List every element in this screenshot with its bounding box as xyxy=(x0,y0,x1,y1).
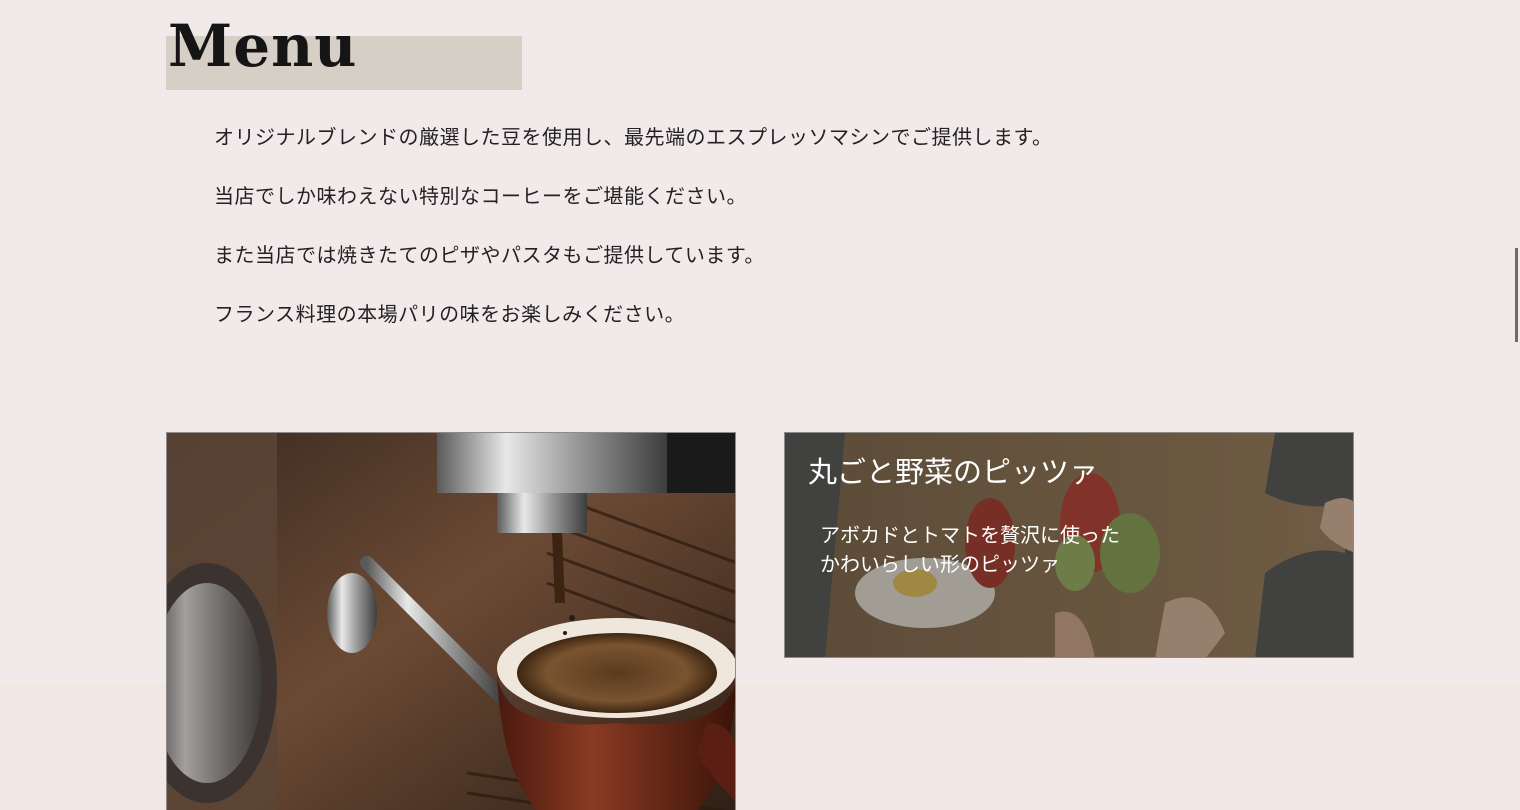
page: Menu オリジナルブレンドの厳選した豆を使用し、最先端のエスプレッソマシンでご… xyxy=(0,0,1520,810)
pizza-menu-card[interactable]: 丸ごと野菜のピッツァ アボカドとトマトを贅沢に使った かわいらしい形のピッツァ xyxy=(784,432,1354,658)
intro-text: オリジナルブレンドの厳選した豆を使用し、最先端のエスプレッソマシンでご提供します… xyxy=(214,126,1214,362)
scrollbar-thumb[interactable] xyxy=(1515,248,1518,342)
section-heading: Menu xyxy=(166,14,526,94)
pizza-title: 丸ごと野菜のピッツァ xyxy=(808,455,1099,489)
pizza-description-line-2: かわいらしい形のピッツァ xyxy=(820,552,1060,576)
pizza-description-line-1: アボカドとトマトを贅沢に使った xyxy=(820,523,1120,547)
intro-line-2: 当店でしか味わえない特別なコーヒーをご堪能ください。 xyxy=(214,184,747,208)
pizza-description: アボカドとトマトを贅沢に使った かわいらしい形のピッツァ xyxy=(820,521,1120,579)
intro-line-1: オリジナルブレンドの厳選した豆を使用し、最先端のエスプレッソマシンでご提供します… xyxy=(214,125,1053,149)
coffee-image-card[interactable] xyxy=(166,432,736,810)
intro-line-4: フランス料理の本場パリの味をお楽しみください。 xyxy=(214,302,686,326)
espresso-photo xyxy=(167,433,735,810)
menu-title: Menu xyxy=(168,12,358,80)
intro-line-3: また当店では焼きたてのピザやパスタもご提供しています。 xyxy=(214,243,765,267)
